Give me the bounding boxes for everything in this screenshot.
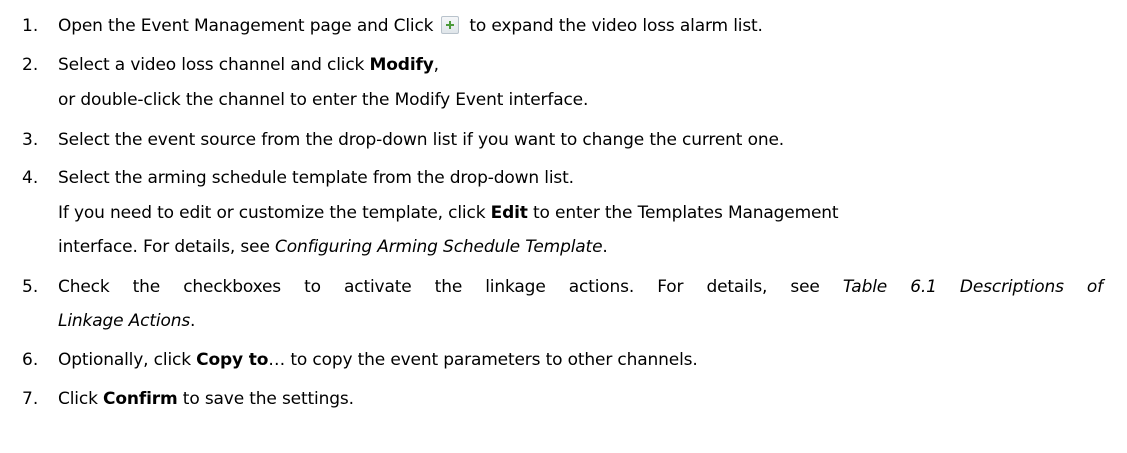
- step-number: 2.: [22, 55, 39, 75]
- step-text: Select the event source from the drop-do…: [58, 130, 785, 150]
- step-text: Select the arming schedule template from…: [58, 168, 574, 188]
- expand-plus-icon[interactable]: [441, 16, 460, 34]
- step-text: Optionally, click Copy to… to copy the e…: [58, 350, 698, 370]
- instruction-steps: 1. Open the Event Management page and Cl…: [0, 0, 1127, 453]
- step-number: 7.: [22, 389, 39, 409]
- step-number: 5.: [22, 277, 39, 297]
- step-text: Open the Event Management page and Click…: [58, 16, 763, 36]
- step-number: 6.: [22, 350, 39, 370]
- step-text: Check the checkboxes to activate the lin…: [58, 277, 1103, 297]
- step-number: 4.: [22, 168, 39, 188]
- step-number: 1.: [22, 16, 39, 36]
- step-number: 3.: [22, 130, 39, 150]
- step-text: Select a video loss channel and click Mo…: [58, 55, 439, 75]
- step-text: Click Confirm to save the settings.: [58, 389, 354, 409]
